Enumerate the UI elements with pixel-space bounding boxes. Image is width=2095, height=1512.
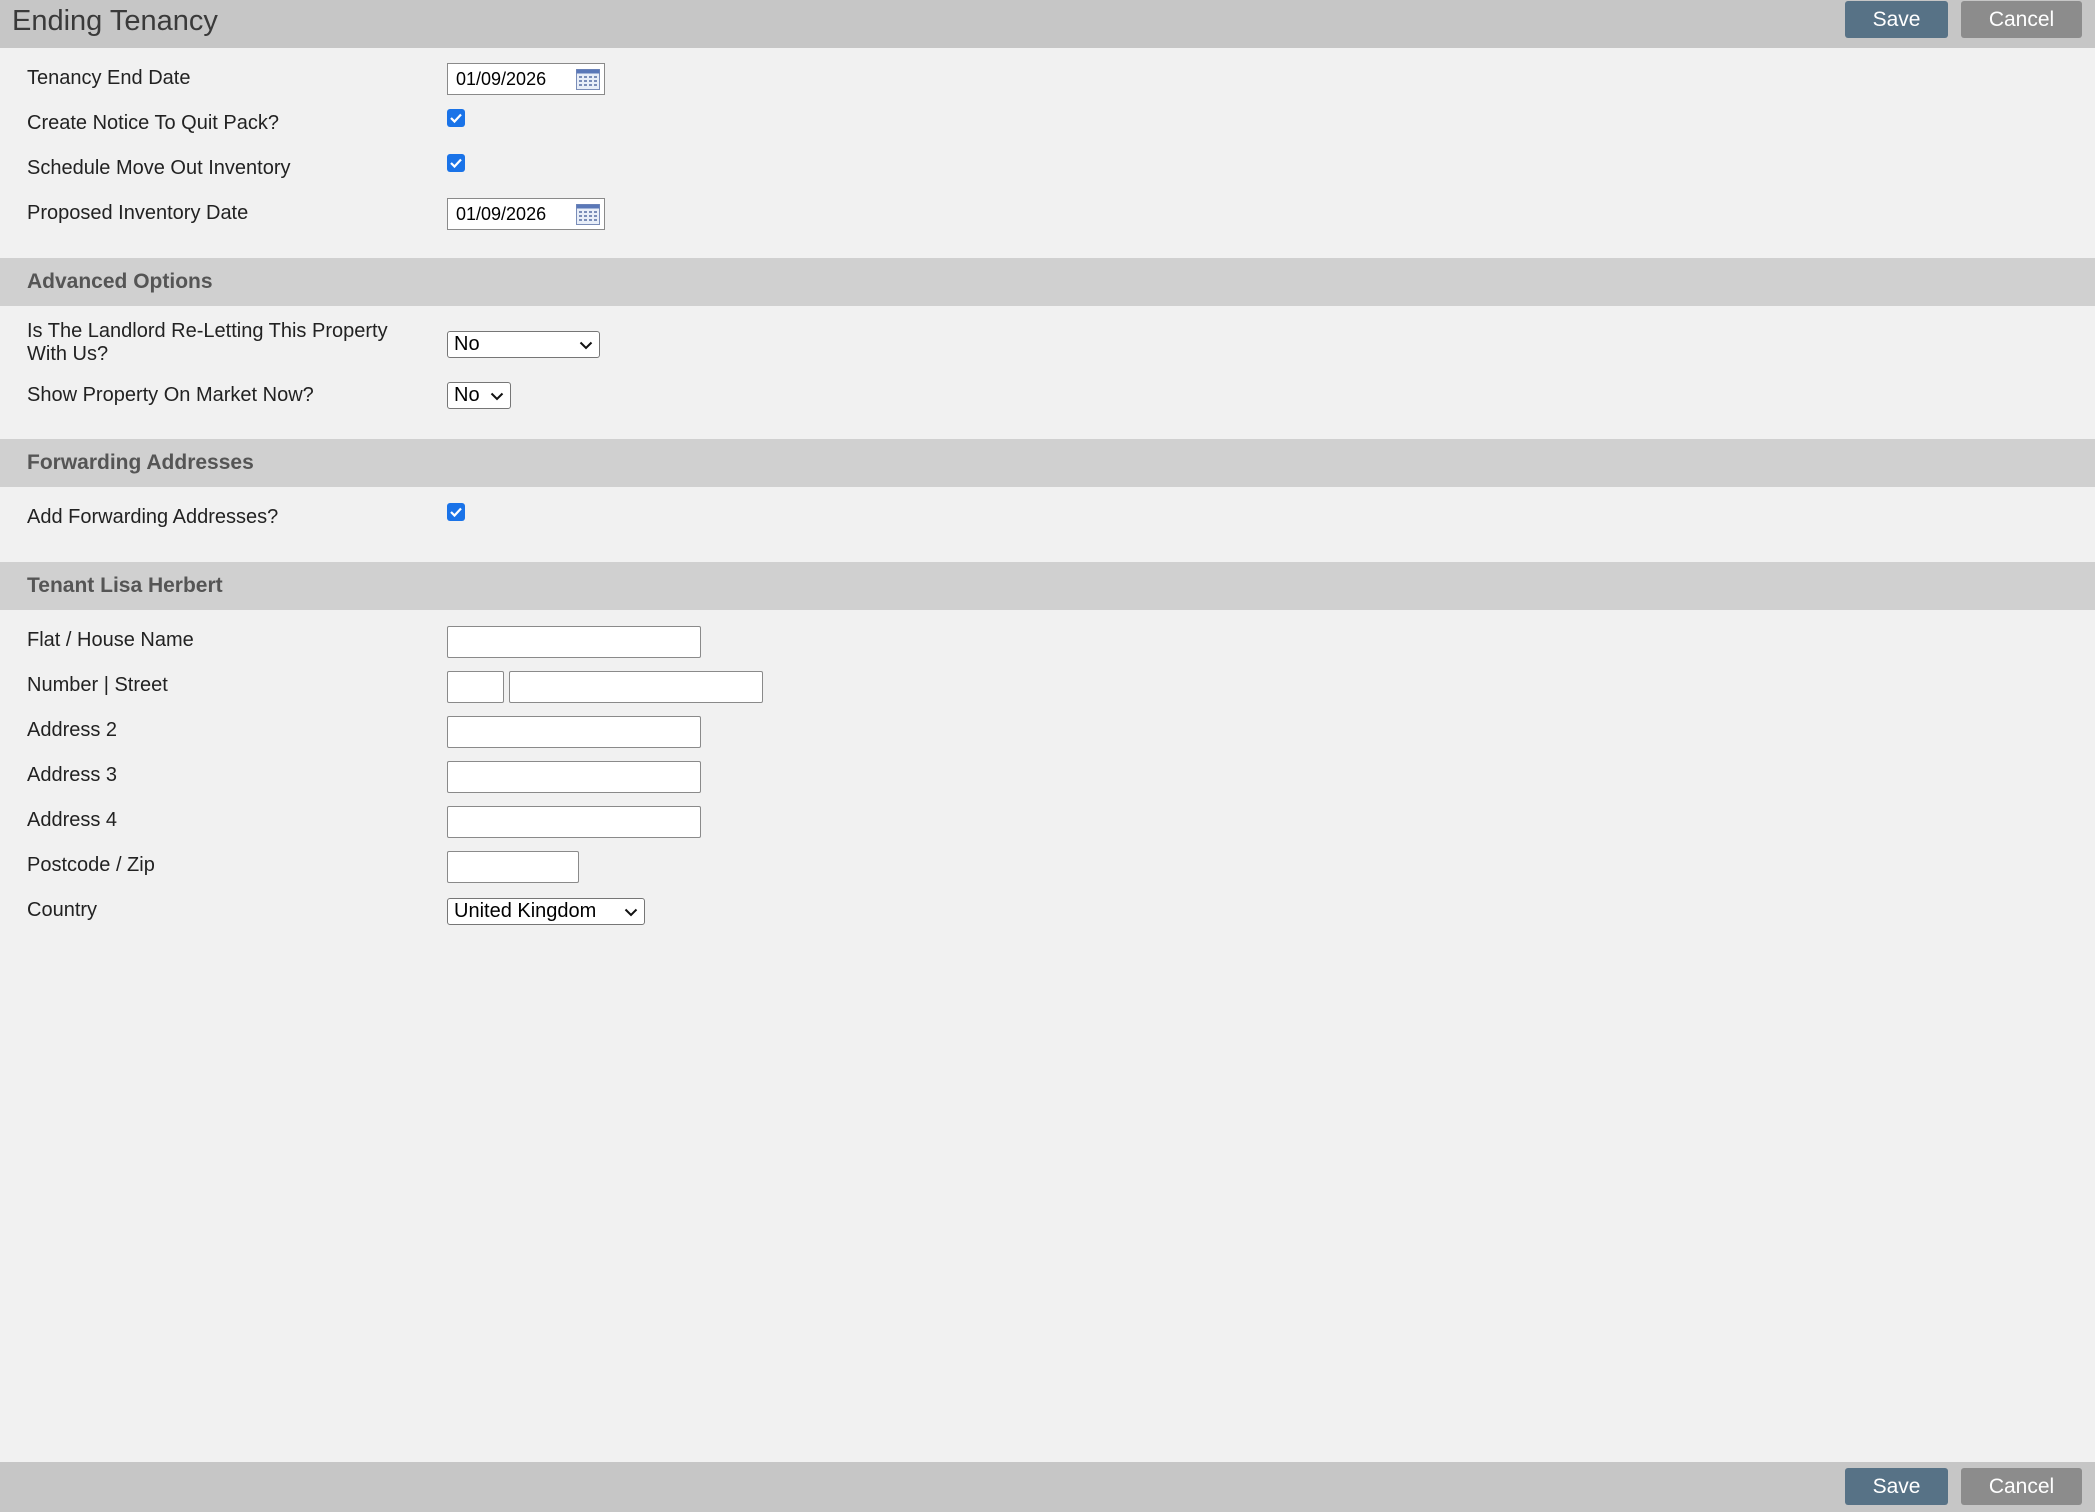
tenant-header: Tenant Lisa Herbert	[0, 562, 2095, 610]
cancel-button-top[interactable]: Cancel	[1961, 1, 2082, 38]
address3-label: Address 3	[27, 764, 118, 786]
select-value: No	[454, 333, 480, 355]
add-forwarding-checkbox[interactable]	[447, 503, 465, 521]
chevron-down-icon	[579, 341, 593, 350]
cancel-button-bottom[interactable]: Cancel	[1961, 1468, 2082, 1505]
forwarding-addresses-header: Forwarding Addresses	[0, 439, 2095, 487]
address4-label: Address 4	[27, 809, 118, 831]
page-title: Ending Tenancy	[12, 5, 218, 37]
address2-label: Address 2	[27, 719, 118, 741]
proposed-inventory-date-field[interactable]	[447, 198, 605, 230]
schedule-inventory-checkbox[interactable]	[447, 154, 465, 172]
postcode-label: Postcode / Zip	[27, 854, 155, 876]
tenancy-end-date-input[interactable]	[456, 69, 566, 90]
proposed-inventory-date-label: Proposed Inventory Date	[27, 202, 249, 224]
reletting-label-line2: With Us?	[27, 343, 109, 365]
save-button-bottom[interactable]: Save	[1845, 1468, 1948, 1505]
create-notice-label: Create Notice To Quit Pack?	[27, 112, 279, 134]
show-on-market-label: Show Property On Market Now?	[27, 384, 314, 406]
calendar-icon[interactable]	[576, 204, 600, 225]
country-label: Country	[27, 899, 98, 921]
number-street-label: Number | Street	[27, 674, 168, 696]
save-button-top[interactable]: Save	[1845, 1, 1948, 38]
show-on-market-select[interactable]: No	[447, 382, 511, 409]
number-input[interactable]	[447, 671, 504, 703]
schedule-inventory-label: Schedule Move Out Inventory	[27, 157, 291, 179]
address3-input[interactable]	[447, 761, 701, 793]
create-notice-checkbox[interactable]	[447, 109, 465, 127]
add-forwarding-label: Add Forwarding Addresses?	[27, 506, 279, 528]
bottom-bar: Save Cancel	[0, 1462, 2095, 1512]
reletting-select[interactable]: No	[447, 331, 600, 358]
street-input[interactable]	[509, 671, 763, 703]
tenancy-end-date-label: Tenancy End Date	[27, 67, 191, 89]
advanced-options-header: Advanced Options	[0, 258, 2095, 306]
select-value: United Kingdom	[454, 900, 597, 922]
chevron-down-icon	[624, 908, 638, 917]
checkmark-icon	[450, 158, 462, 169]
proposed-inventory-date-input[interactable]	[456, 204, 566, 225]
flat-house-name-input[interactable]	[447, 626, 701, 658]
section-title: Advanced Options	[27, 270, 213, 293]
reletting-label-line1: Is The Landlord Re-Letting This Property	[27, 320, 388, 342]
calendar-icon[interactable]	[576, 69, 600, 90]
section-title: Forwarding Addresses	[27, 451, 254, 474]
top-bar: Ending Tenancy Save Cancel	[0, 0, 2095, 48]
checkmark-icon	[450, 113, 462, 124]
section-title: Tenant Lisa Herbert	[27, 574, 223, 597]
address2-input[interactable]	[447, 716, 701, 748]
checkmark-icon	[450, 507, 462, 518]
address4-input[interactable]	[447, 806, 701, 838]
flat-house-name-label: Flat / House Name	[27, 629, 194, 651]
select-value: No	[454, 384, 480, 406]
tenancy-end-date-field[interactable]	[447, 63, 605, 95]
chevron-down-icon	[490, 392, 504, 401]
country-select[interactable]: United Kingdom	[447, 898, 645, 925]
postcode-input[interactable]	[447, 851, 579, 883]
